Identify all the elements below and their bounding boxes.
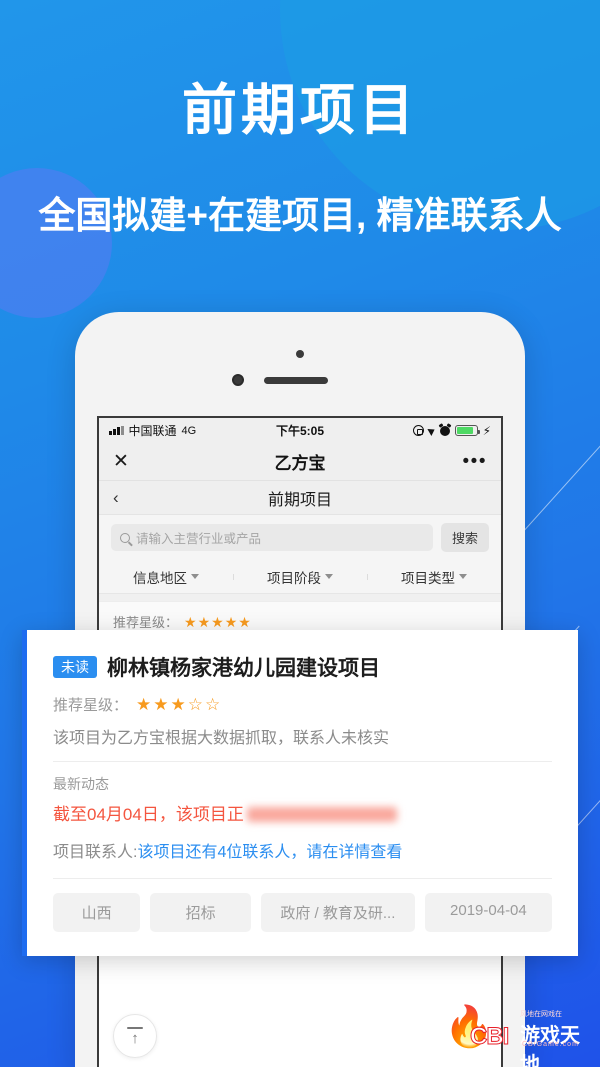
news-text: 截至04月04日，该项目正 — [53, 803, 552, 827]
watermark-url: CBIGame.com — [522, 1041, 579, 1048]
rating-label: 推荐星级： — [113, 615, 179, 630]
filter-region-label: 信息地区 — [133, 570, 187, 586]
star-rating: ★ ★ ★ ☆ ☆ — [136, 696, 220, 713]
search-input[interactable]: 请输入主营行业或产品 — [111, 524, 433, 551]
proximity-sensor-icon — [296, 350, 304, 358]
star-rating: ★ ★ ★ ★ ★ — [184, 615, 251, 629]
chevron-down-icon — [325, 574, 333, 579]
project-detail-card[interactable]: 未读 柳林镇杨家港幼儿园建设项目 推荐星级： ★ ★ ★ ☆ ☆ 该项目为乙方宝… — [22, 630, 578, 956]
page-title: 前期项目 — [267, 491, 332, 509]
star-icon: ★ — [153, 695, 169, 714]
location-arrow-icon — [426, 425, 437, 436]
contact-label: 项目联系人: — [53, 843, 138, 861]
scroll-top-bar-icon — [127, 1026, 143, 1029]
watermark-tagline: 风地在网戏在 — [520, 1011, 562, 1018]
app-title: 乙方宝 — [274, 454, 326, 473]
filter-region[interactable]: 信息地区 — [99, 567, 233, 587]
watermark: 🔥 风地在网戏在 CBI 游戏天地 CBIGame.com — [444, 1001, 594, 1067]
tag-stage[interactable]: 招标 — [150, 892, 251, 932]
contact-row: 项目联系人:该项目还有4位联系人，请在详情查看 — [53, 838, 552, 862]
rating-row: 推荐星级： ★ ★ ★ ☆ ☆ — [53, 694, 552, 715]
search-row: 请输入主营行业或产品 搜索 — [99, 515, 501, 560]
star-icon: ★ — [136, 695, 152, 714]
star-icon: ★ — [238, 613, 251, 630]
tag-date[interactable]: 2019-04-04 — [424, 892, 552, 932]
star-icon: ★ — [197, 613, 211, 630]
arrow-up-icon: ↑ — [131, 1029, 139, 1047]
news-label: 最新动态 — [53, 776, 109, 792]
filter-type[interactable]: 项目类型 — [367, 567, 501, 587]
chevron-down-icon — [459, 574, 467, 579]
search-button[interactable]: 搜索 — [440, 523, 489, 552]
more-options-icon[interactable]: ••• — [463, 452, 487, 471]
news-text-visible: 截至04月04日，该项目正 — [53, 805, 244, 824]
redacted-text — [246, 807, 397, 823]
charging-bolt-icon: ⚡ — [482, 423, 491, 438]
page-subnav: ‹ 前期项目 — [99, 481, 501, 515]
tag-type[interactable]: 政府 / 教育及研... — [260, 892, 415, 932]
chevron-down-icon — [191, 574, 199, 579]
star-icon: ★ — [170, 695, 186, 714]
tag-row: 山西 招标 政府 / 教育及研... 2019-04-04 — [53, 892, 552, 932]
watermark-brand: CBI — [469, 1023, 509, 1051]
rotation-lock-icon — [412, 425, 424, 436]
status-badge: 未读 — [53, 655, 97, 679]
project-description: 该项目为乙方宝根据大数据抓取，联系人未核实 — [53, 730, 390, 747]
divider — [53, 761, 552, 762]
search-icon — [120, 532, 130, 543]
scroll-to-top-button[interactable]: ↑ — [113, 1014, 157, 1058]
tag-region[interactable]: 山西 — [53, 892, 141, 932]
status-bar: 中国联通 4G 下午5:05 ⚡ — [99, 418, 501, 443]
status-bar-right: ⚡ — [412, 423, 491, 438]
earpiece-speaker-icon — [264, 377, 328, 384]
star-outline-icon: ☆ — [205, 695, 221, 714]
close-icon[interactable]: ✕ — [113, 452, 129, 471]
app-navbar: ✕ 乙方宝 ••• — [99, 443, 501, 481]
card-title-row: 未读 柳林镇杨家港幼儿园建设项目 — [53, 652, 552, 682]
hero-title: 前期项目 — [181, 79, 418, 141]
project-title: 柳林镇杨家港幼儿园建设项目 — [107, 657, 380, 680]
front-camera-icon — [232, 374, 244, 386]
filter-type-label: 项目类型 — [401, 570, 455, 586]
star-outline-icon: ☆ — [187, 695, 204, 714]
decorative-line — [524, 433, 600, 531]
battery-icon — [454, 425, 480, 436]
filter-stage-label: 项目阶段 — [267, 570, 321, 586]
star-icon: ★ — [184, 613, 197, 630]
search-placeholder: 请输入主营行业或产品 — [136, 532, 262, 546]
rating-label: 推荐星级： — [53, 697, 129, 714]
rating-row: 推荐星级： ★ ★ ★ ★ ★ — [113, 612, 487, 631]
alarm-clock-icon — [439, 425, 450, 436]
star-icon: ★ — [224, 613, 238, 630]
filter-stage[interactable]: 项目阶段 — [233, 567, 367, 587]
contact-link[interactable]: 该项目还有4位联系人，请在详情查看 — [137, 844, 402, 861]
star-icon: ★ — [211, 613, 224, 630]
filter-bar: 信息地区 项目阶段 项目类型 — [99, 560, 501, 594]
divider — [53, 877, 552, 879]
hero-subtitle: 全国拟建+在建项目, 精准联系人 — [38, 195, 562, 236]
back-icon[interactable]: ‹ — [113, 489, 119, 506]
